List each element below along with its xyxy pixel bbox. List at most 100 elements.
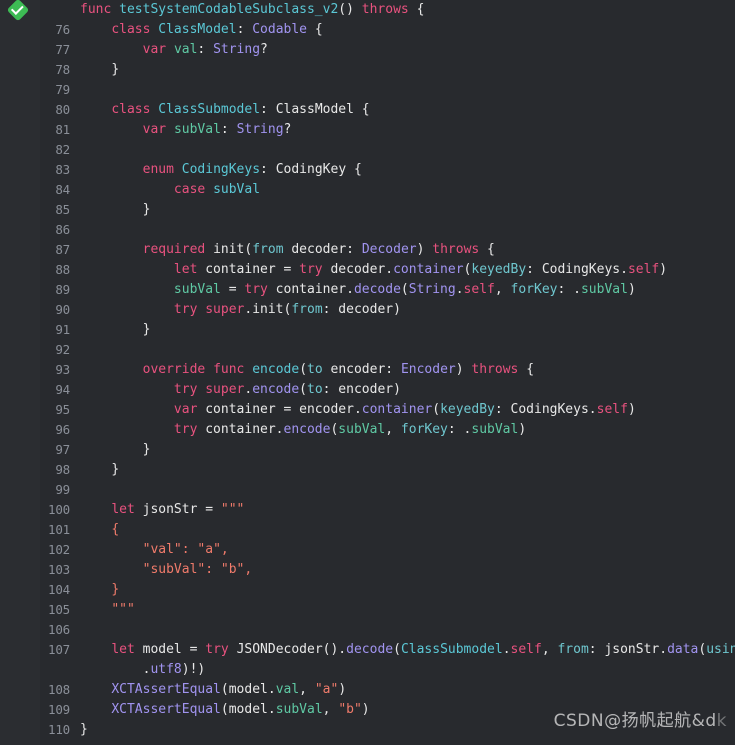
code-token: var	[142, 42, 167, 57]
code-line[interactable]: 109 XCTAssertEqual(model.subVal, "b")	[40, 700, 735, 720]
code-token: to	[307, 382, 323, 397]
code-line[interactable]: 90 try super.init(from: decoder)	[40, 300, 735, 320]
code-line-text: try container.encode(subVal, forKey: .su…	[80, 420, 526, 440]
code-line-text: try super.init(from: decoder)	[80, 300, 401, 320]
code-token: {	[479, 242, 495, 257]
code-token: forKey	[400, 422, 448, 437]
code-line[interactable]: 108 XCTAssertEqual(model.val, "a")	[40, 680, 735, 700]
code-token: throws	[471, 362, 519, 377]
line-number	[40, 0, 70, 20]
code-line[interactable]: 96 try container.encode(subVal, forKey: …	[40, 420, 735, 440]
code-line[interactable]: 100 let jsonStr = """	[40, 500, 735, 520]
code-token: {	[408, 2, 425, 17]
code-token: )	[518, 422, 527, 437]
line-number: 84	[55, 182, 70, 197]
code-line[interactable]: 95 var container = encoder.container(key…	[40, 400, 735, 420]
code-token: :	[260, 162, 276, 177]
line-number: 94	[55, 382, 70, 397]
code-token: .	[502, 642, 511, 657]
code-line[interactable]: 99	[40, 480, 735, 500]
code-line[interactable]: 97 }	[40, 440, 735, 460]
code-token: try	[205, 642, 229, 657]
code-token: : .	[557, 282, 581, 297]
code-line-text: .utf8)!)	[80, 660, 206, 680]
code-token: )	[338, 682, 347, 697]
code-token: )	[416, 242, 433, 257]
code-line[interactable]: 86	[40, 220, 735, 240]
code-token: from	[557, 642, 589, 657]
code-line[interactable]: .utf8)!)	[40, 660, 735, 680]
code-line[interactable]: 104 }	[40, 580, 735, 600]
code-token: ,	[541, 642, 558, 657]
code-line[interactable]: 83 enum CodingKeys: CodingKey {	[40, 160, 735, 180]
code-token: :	[220, 122, 237, 137]
code-line-text: var subVal: String?	[80, 120, 292, 140]
code-token: Decoder	[361, 242, 417, 257]
code-token: from	[252, 242, 284, 257]
code-line[interactable]: 102 "val": "a",	[40, 540, 735, 560]
code-token: XCTAssertEqual	[111, 702, 221, 717]
code-token: subVal	[580, 282, 628, 297]
code-token: subVal	[471, 422, 519, 437]
code-token: ClassSubmodel	[158, 102, 261, 117]
code-token: utf8	[150, 662, 182, 677]
code-line[interactable]: 77 var val: String?	[40, 40, 735, 60]
code-line[interactable]: 110}	[40, 720, 735, 740]
code-line[interactable]: 78 }	[40, 60, 735, 80]
code-line-text: let jsonStr = """	[80, 500, 244, 520]
source-code-editor[interactable]: func testSystemCodableSubclass_v2() thro…	[0, 0, 735, 745]
code-line[interactable]: 98 }	[40, 460, 735, 480]
code-line-text: class ClassModel: Codable {	[80, 20, 322, 40]
code-token: val	[173, 42, 198, 57]
code-token: case	[173, 182, 206, 197]
code-token: subVal	[173, 282, 221, 297]
code-token: container	[393, 262, 464, 277]
code-token: class	[111, 102, 151, 117]
code-token: var	[142, 122, 167, 137]
code-line[interactable]: 101 {	[40, 520, 735, 540]
code-line[interactable]: 92	[40, 340, 735, 360]
code-line[interactable]: 79	[40, 80, 735, 100]
code-line[interactable]: 93 override func encode(to encoder: Enco…	[40, 360, 735, 380]
code-line[interactable]: 85 }	[40, 200, 735, 220]
line-number: 109	[48, 702, 70, 717]
code-line[interactable]: 89 subVal = try container.decode(String.…	[40, 280, 735, 300]
code-line[interactable]: 87 required init(from decoder: Decoder) …	[40, 240, 735, 260]
code-text-area[interactable]: func testSystemCodableSubclass_v2() thro…	[40, 0, 735, 745]
code-line[interactable]: 81 var subVal: String?	[40, 120, 735, 140]
line-number: 89	[55, 282, 70, 297]
line-number: 92	[55, 342, 70, 357]
code-line[interactable]: 106	[40, 620, 735, 640]
line-number: 104	[48, 582, 70, 597]
code-line[interactable]: 103 "subVal": "b",	[40, 560, 735, 580]
code-line[interactable]: 84 case subVal	[40, 180, 735, 200]
code-token: {	[111, 522, 120, 537]
code-token: container.	[197, 422, 284, 437]
code-line-text: }	[80, 580, 119, 600]
code-token: from	[291, 302, 323, 317]
code-token: subVal	[173, 122, 221, 137]
code-line[interactable]: 105 """	[40, 600, 735, 620]
code-line[interactable]: 82	[40, 140, 735, 160]
code-token: class	[111, 22, 151, 37]
code-line[interactable]: 88 let container = try decoder.container…	[40, 260, 735, 280]
code-line[interactable]: 91 }	[40, 320, 735, 340]
code-line[interactable]: 76 class ClassModel: Codable {	[40, 20, 735, 40]
code-line[interactable]: 94 try super.encode(to: encoder)	[40, 380, 735, 400]
code-line-text: enum CodingKeys: CodingKey {	[80, 160, 362, 180]
code-line[interactable]: 80 class ClassSubmodel: ClassModel {	[40, 100, 735, 120]
code-line[interactable]: 107 let model = try JSONDecoder().decode…	[40, 640, 735, 660]
line-number: 81	[55, 122, 70, 137]
line-number-gutter[interactable]	[0, 0, 40, 745]
code-line[interactable]: func testSystemCodableSubclass_v2() thro…	[40, 0, 735, 20]
code-token: throws	[432, 242, 480, 257]
